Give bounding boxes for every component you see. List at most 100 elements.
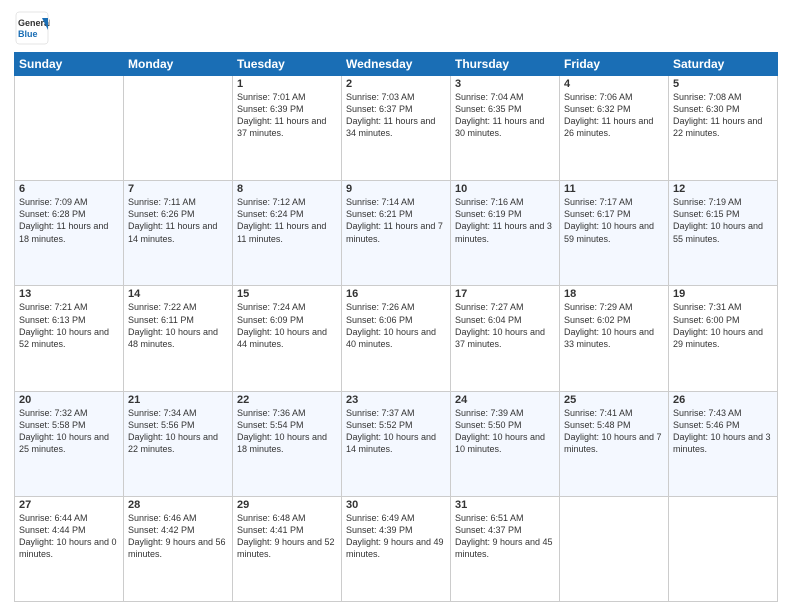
calendar-week-row: 1Sunrise: 7:01 AMSunset: 6:39 PMDaylight… (15, 76, 778, 181)
day-info: Sunrise: 6:51 AMSunset: 4:37 PMDaylight:… (455, 512, 555, 561)
calendar-cell: 4Sunrise: 7:06 AMSunset: 6:32 PMDaylight… (560, 76, 669, 181)
day-number: 14 (128, 288, 228, 300)
calendar-cell: 30Sunrise: 6:49 AMSunset: 4:39 PMDayligh… (342, 496, 451, 601)
day-info: Sunrise: 7:06 AMSunset: 6:32 PMDaylight:… (564, 91, 664, 140)
calendar-cell (124, 76, 233, 181)
calendar-cell: 15Sunrise: 7:24 AMSunset: 6:09 PMDayligh… (233, 286, 342, 391)
calendar-cell: 6Sunrise: 7:09 AMSunset: 6:28 PMDaylight… (15, 181, 124, 286)
calendar-cell: 19Sunrise: 7:31 AMSunset: 6:00 PMDayligh… (669, 286, 778, 391)
day-number: 30 (346, 499, 446, 511)
calendar-cell: 26Sunrise: 7:43 AMSunset: 5:46 PMDayligh… (669, 391, 778, 496)
day-number: 28 (128, 499, 228, 511)
day-info: Sunrise: 7:08 AMSunset: 6:30 PMDaylight:… (673, 91, 773, 140)
weekday-header: Monday (124, 53, 233, 76)
day-info: Sunrise: 7:09 AMSunset: 6:28 PMDaylight:… (19, 196, 119, 245)
calendar-cell (669, 496, 778, 601)
logo-icon: General Blue (14, 10, 50, 46)
calendar-cell: 3Sunrise: 7:04 AMSunset: 6:35 PMDaylight… (451, 76, 560, 181)
day-number: 15 (237, 288, 337, 300)
calendar-cell: 18Sunrise: 7:29 AMSunset: 6:02 PMDayligh… (560, 286, 669, 391)
weekday-header: Tuesday (233, 53, 342, 76)
day-number: 27 (19, 499, 119, 511)
day-number: 10 (455, 183, 555, 195)
calendar-cell: 21Sunrise: 7:34 AMSunset: 5:56 PMDayligh… (124, 391, 233, 496)
day-info: Sunrise: 7:21 AMSunset: 6:13 PMDaylight:… (19, 301, 119, 350)
calendar-week-row: 20Sunrise: 7:32 AMSunset: 5:58 PMDayligh… (15, 391, 778, 496)
day-info: Sunrise: 7:01 AMSunset: 6:39 PMDaylight:… (237, 91, 337, 140)
day-number: 20 (19, 394, 119, 406)
day-number: 9 (346, 183, 446, 195)
day-number: 29 (237, 499, 337, 511)
day-number: 18 (564, 288, 664, 300)
day-number: 25 (564, 394, 664, 406)
calendar-cell: 11Sunrise: 7:17 AMSunset: 6:17 PMDayligh… (560, 181, 669, 286)
day-info: Sunrise: 7:32 AMSunset: 5:58 PMDaylight:… (19, 407, 119, 456)
calendar-cell: 10Sunrise: 7:16 AMSunset: 6:19 PMDayligh… (451, 181, 560, 286)
calendar-table: SundayMondayTuesdayWednesdayThursdayFrid… (14, 52, 778, 602)
day-number: 26 (673, 394, 773, 406)
calendar-header-row: SundayMondayTuesdayWednesdayThursdayFrid… (15, 53, 778, 76)
day-info: Sunrise: 6:44 AMSunset: 4:44 PMDaylight:… (19, 512, 119, 561)
calendar-week-row: 6Sunrise: 7:09 AMSunset: 6:28 PMDaylight… (15, 181, 778, 286)
calendar-cell: 13Sunrise: 7:21 AMSunset: 6:13 PMDayligh… (15, 286, 124, 391)
calendar-cell: 7Sunrise: 7:11 AMSunset: 6:26 PMDaylight… (124, 181, 233, 286)
day-info: Sunrise: 7:04 AMSunset: 6:35 PMDaylight:… (455, 91, 555, 140)
day-number: 24 (455, 394, 555, 406)
day-info: Sunrise: 7:36 AMSunset: 5:54 PMDaylight:… (237, 407, 337, 456)
day-number: 4 (564, 78, 664, 90)
day-number: 8 (237, 183, 337, 195)
calendar-cell: 5Sunrise: 7:08 AMSunset: 6:30 PMDaylight… (669, 76, 778, 181)
day-info: Sunrise: 7:16 AMSunset: 6:19 PMDaylight:… (455, 196, 555, 245)
day-number: 21 (128, 394, 228, 406)
day-number: 2 (346, 78, 446, 90)
calendar-cell: 17Sunrise: 7:27 AMSunset: 6:04 PMDayligh… (451, 286, 560, 391)
calendar-cell: 20Sunrise: 7:32 AMSunset: 5:58 PMDayligh… (15, 391, 124, 496)
day-number: 5 (673, 78, 773, 90)
day-number: 3 (455, 78, 555, 90)
day-info: Sunrise: 6:46 AMSunset: 4:42 PMDaylight:… (128, 512, 228, 561)
day-info: Sunrise: 7:12 AMSunset: 6:24 PMDaylight:… (237, 196, 337, 245)
calendar-cell: 9Sunrise: 7:14 AMSunset: 6:21 PMDaylight… (342, 181, 451, 286)
day-number: 19 (673, 288, 773, 300)
calendar-cell: 8Sunrise: 7:12 AMSunset: 6:24 PMDaylight… (233, 181, 342, 286)
day-number: 12 (673, 183, 773, 195)
calendar-cell: 12Sunrise: 7:19 AMSunset: 6:15 PMDayligh… (669, 181, 778, 286)
day-info: Sunrise: 7:14 AMSunset: 6:21 PMDaylight:… (346, 196, 446, 245)
calendar-cell: 1Sunrise: 7:01 AMSunset: 6:39 PMDaylight… (233, 76, 342, 181)
header: General Blue (14, 10, 778, 46)
day-number: 16 (346, 288, 446, 300)
day-number: 22 (237, 394, 337, 406)
day-info: Sunrise: 7:03 AMSunset: 6:37 PMDaylight:… (346, 91, 446, 140)
day-info: Sunrise: 7:27 AMSunset: 6:04 PMDaylight:… (455, 301, 555, 350)
weekday-header: Sunday (15, 53, 124, 76)
calendar-cell: 28Sunrise: 6:46 AMSunset: 4:42 PMDayligh… (124, 496, 233, 601)
calendar-week-row: 27Sunrise: 6:44 AMSunset: 4:44 PMDayligh… (15, 496, 778, 601)
day-info: Sunrise: 7:43 AMSunset: 5:46 PMDaylight:… (673, 407, 773, 456)
svg-text:Blue: Blue (18, 29, 38, 39)
day-info: Sunrise: 7:22 AMSunset: 6:11 PMDaylight:… (128, 301, 228, 350)
weekday-header: Wednesday (342, 53, 451, 76)
day-info: Sunrise: 7:31 AMSunset: 6:00 PMDaylight:… (673, 301, 773, 350)
calendar-cell: 25Sunrise: 7:41 AMSunset: 5:48 PMDayligh… (560, 391, 669, 496)
day-number: 31 (455, 499, 555, 511)
day-number: 7 (128, 183, 228, 195)
calendar-cell: 16Sunrise: 7:26 AMSunset: 6:06 PMDayligh… (342, 286, 451, 391)
calendar-cell: 14Sunrise: 7:22 AMSunset: 6:11 PMDayligh… (124, 286, 233, 391)
weekday-header: Friday (560, 53, 669, 76)
calendar-cell: 24Sunrise: 7:39 AMSunset: 5:50 PMDayligh… (451, 391, 560, 496)
calendar-cell: 23Sunrise: 7:37 AMSunset: 5:52 PMDayligh… (342, 391, 451, 496)
day-number: 13 (19, 288, 119, 300)
day-number: 1 (237, 78, 337, 90)
day-info: Sunrise: 7:39 AMSunset: 5:50 PMDaylight:… (455, 407, 555, 456)
day-info: Sunrise: 7:37 AMSunset: 5:52 PMDaylight:… (346, 407, 446, 456)
day-info: Sunrise: 7:24 AMSunset: 6:09 PMDaylight:… (237, 301, 337, 350)
calendar-cell: 27Sunrise: 6:44 AMSunset: 4:44 PMDayligh… (15, 496, 124, 601)
day-number: 23 (346, 394, 446, 406)
page: General Blue SundayMondayTuesdayWednesda… (0, 0, 792, 612)
day-info: Sunrise: 7:17 AMSunset: 6:17 PMDaylight:… (564, 196, 664, 245)
day-info: Sunrise: 7:41 AMSunset: 5:48 PMDaylight:… (564, 407, 664, 456)
day-info: Sunrise: 7:34 AMSunset: 5:56 PMDaylight:… (128, 407, 228, 456)
weekday-header: Thursday (451, 53, 560, 76)
day-info: Sunrise: 6:48 AMSunset: 4:41 PMDaylight:… (237, 512, 337, 561)
day-info: Sunrise: 6:49 AMSunset: 4:39 PMDaylight:… (346, 512, 446, 561)
